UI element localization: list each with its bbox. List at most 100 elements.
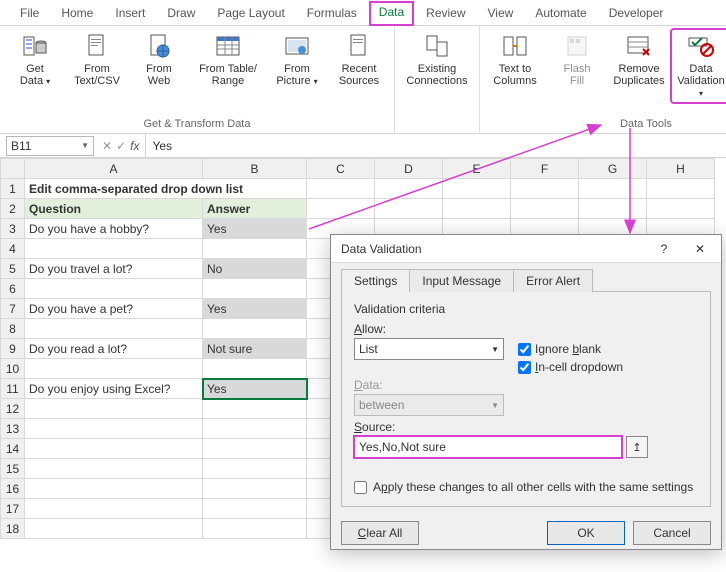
cell[interactable] (25, 499, 203, 519)
checkbox-input[interactable] (518, 361, 531, 374)
enter-icon[interactable]: ✓ (116, 139, 126, 153)
answer-cell[interactable] (203, 319, 307, 339)
answer-cell[interactable]: No (203, 259, 307, 279)
tab-insert[interactable]: Insert (105, 2, 155, 25)
row-header[interactable]: 5 (1, 259, 25, 279)
question-cell[interactable] (25, 279, 203, 299)
col-header[interactable]: G (579, 159, 647, 179)
row-header[interactable]: 16 (1, 479, 25, 499)
from-web-button[interactable]: FromWeb (130, 30, 188, 89)
recent-sources-button[interactable]: RecentSources (330, 30, 388, 89)
question-cell[interactable]: Do you have a pet? (25, 299, 203, 319)
from-picture-button[interactable]: FromPicture ▾ (268, 30, 326, 90)
text-to-columns-button[interactable]: Text toColumns (486, 30, 544, 89)
question-cell[interactable]: Do you read a lot? (25, 339, 203, 359)
apply-all-checkbox[interactable] (354, 481, 367, 494)
row-header[interactable]: 18 (1, 519, 25, 539)
cell[interactable] (203, 479, 307, 499)
question-cell[interactable]: Do you have a hobby? (25, 219, 203, 239)
cell[interactable] (25, 399, 203, 419)
row-header[interactable]: 1 (1, 179, 25, 199)
cell[interactable] (511, 199, 579, 219)
cell[interactable] (25, 519, 203, 539)
row-header[interactable]: 15 (1, 459, 25, 479)
cell[interactable] (375, 199, 443, 219)
question-cell[interactable] (25, 359, 203, 379)
answer-cell[interactable] (203, 359, 307, 379)
row-header[interactable]: 8 (1, 319, 25, 339)
cell[interactable] (25, 459, 203, 479)
cell[interactable] (579, 199, 647, 219)
tab-data[interactable]: Data (369, 1, 414, 26)
row-header[interactable]: 17 (1, 499, 25, 519)
cell[interactable] (647, 179, 715, 199)
cell[interactable] (307, 199, 375, 219)
cell[interactable] (25, 439, 203, 459)
row-header[interactable]: 2 (1, 199, 25, 219)
cell[interactable] (579, 179, 647, 199)
selected-cell[interactable]: Yes▼ (203, 379, 307, 399)
source-input[interactable]: Yes,No,Not sure (354, 436, 622, 458)
tab-draw[interactable]: Draw (157, 2, 205, 25)
col-header[interactable]: D (375, 159, 443, 179)
tab-home[interactable]: Home (51, 2, 103, 25)
cell[interactable] (203, 519, 307, 539)
ok-button[interactable]: OK (547, 521, 625, 545)
tab-developer[interactable]: Developer (599, 2, 674, 25)
col-header[interactable]: A (25, 159, 203, 179)
col-header[interactable]: C (307, 159, 375, 179)
cell[interactable] (203, 439, 307, 459)
data-validation-button[interactable]: DataValidation ▾ (672, 30, 726, 102)
row-header[interactable]: 6 (1, 279, 25, 299)
col-header[interactable]: H (647, 159, 715, 179)
dialog-titlebar[interactable]: Data Validation ? ✕ (331, 235, 721, 263)
cell[interactable] (647, 199, 715, 219)
cancel-button[interactable]: Cancel (633, 521, 711, 545)
row-header[interactable]: 3 (1, 219, 25, 239)
dialog-tab-input-message[interactable]: Input Message (409, 269, 514, 292)
col-header[interactable]: F (511, 159, 579, 179)
row-header[interactable]: 10 (1, 359, 25, 379)
ignore-blank-checkbox[interactable]: Ignore blank (518, 342, 601, 356)
cell[interactable] (307, 179, 375, 199)
cell[interactable] (375, 179, 443, 199)
from-text-csv-button[interactable]: FromText/CSV (68, 30, 126, 89)
question-cell[interactable] (25, 239, 203, 259)
dialog-tab-error-alert[interactable]: Error Alert (513, 269, 593, 292)
question-cell[interactable] (25, 319, 203, 339)
row-header[interactable]: 4 (1, 239, 25, 259)
header-answer[interactable]: Answer (203, 199, 307, 219)
cell[interactable] (443, 199, 511, 219)
col-header[interactable]: E (443, 159, 511, 179)
row-header[interactable]: 11 (1, 379, 25, 399)
tab-file[interactable]: File (10, 2, 49, 25)
sheet-title[interactable]: Edit comma-separated drop down list (25, 179, 307, 199)
question-cell[interactable]: Do you enjoy using Excel? (25, 379, 203, 399)
answer-cell[interactable]: Yes (203, 299, 307, 319)
checkbox-input[interactable] (518, 343, 531, 356)
cell[interactable] (25, 419, 203, 439)
existing-connections-button[interactable]: ExistingConnections (401, 30, 473, 89)
cell[interactable] (25, 479, 203, 499)
remove-duplicates-button[interactable]: RemoveDuplicates (610, 30, 668, 89)
answer-cell[interactable]: Yes (203, 219, 307, 239)
row-header[interactable]: 13 (1, 419, 25, 439)
cancel-icon[interactable]: ✕ (102, 139, 112, 153)
allow-combo[interactable]: List ▼ (354, 338, 504, 360)
fx-icon[interactable]: fx (130, 139, 139, 153)
column-headers[interactable]: A B C D E F G H (1, 159, 715, 179)
row-header[interactable]: 14 (1, 439, 25, 459)
answer-cell[interactable] (203, 279, 307, 299)
tab-page-layout[interactable]: Page Layout (207, 2, 294, 25)
row-header[interactable]: 12 (1, 399, 25, 419)
cell[interactable] (203, 459, 307, 479)
get-data-button[interactable]: GetData ▾ (6, 30, 64, 90)
tab-review[interactable]: Review (416, 2, 475, 25)
incell-dropdown-checkbox[interactable]: In-cell dropdown (518, 360, 623, 374)
question-cell[interactable]: Do you travel a lot? (25, 259, 203, 279)
row-header[interactable]: 9 (1, 339, 25, 359)
help-button[interactable]: ? (647, 237, 681, 261)
name-box[interactable]: B11 ▼ (6, 136, 94, 156)
cell[interactable] (203, 419, 307, 439)
tab-view[interactable]: View (478, 2, 524, 25)
